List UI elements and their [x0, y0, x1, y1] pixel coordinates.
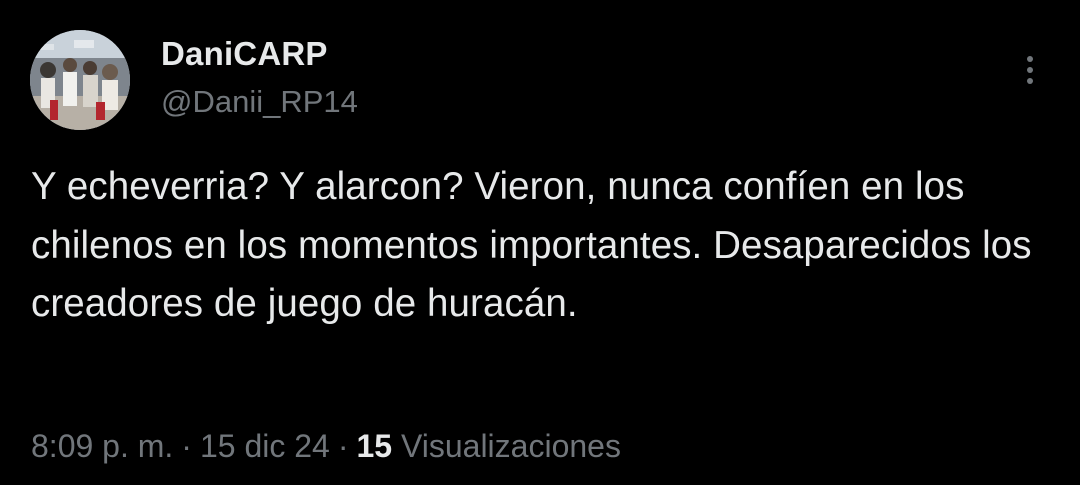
tweet-date[interactable]: 15 dic 24: [200, 428, 330, 464]
more-vertical-icon: [1027, 56, 1033, 84]
views-count: 15: [356, 428, 393, 464]
views-label: Visualizaciones: [400, 428, 621, 464]
avatar-image: [30, 30, 130, 130]
meta-separator: ·: [181, 428, 192, 464]
tweet-metadata: 8:09 p. m. · 15 dic 24 · 15 Visualizaciones: [31, 424, 621, 468]
meta-separator: ·: [337, 428, 349, 464]
display-name[interactable]: DaniCARP: [161, 34, 328, 74]
user-handle[interactable]: @Danii_RP14: [161, 83, 358, 121]
avatar[interactable]: [30, 30, 130, 130]
more-options-button[interactable]: [1010, 50, 1050, 90]
tweet-time[interactable]: 8:09 p. m.: [31, 428, 173, 464]
tweet-text: Y echeverria? Y alarcon? Vieron, nunca c…: [31, 165, 1032, 325]
tweet-card: DaniCARP @Danii_RP14 Y echeverria? Y ala…: [0, 0, 1080, 485]
